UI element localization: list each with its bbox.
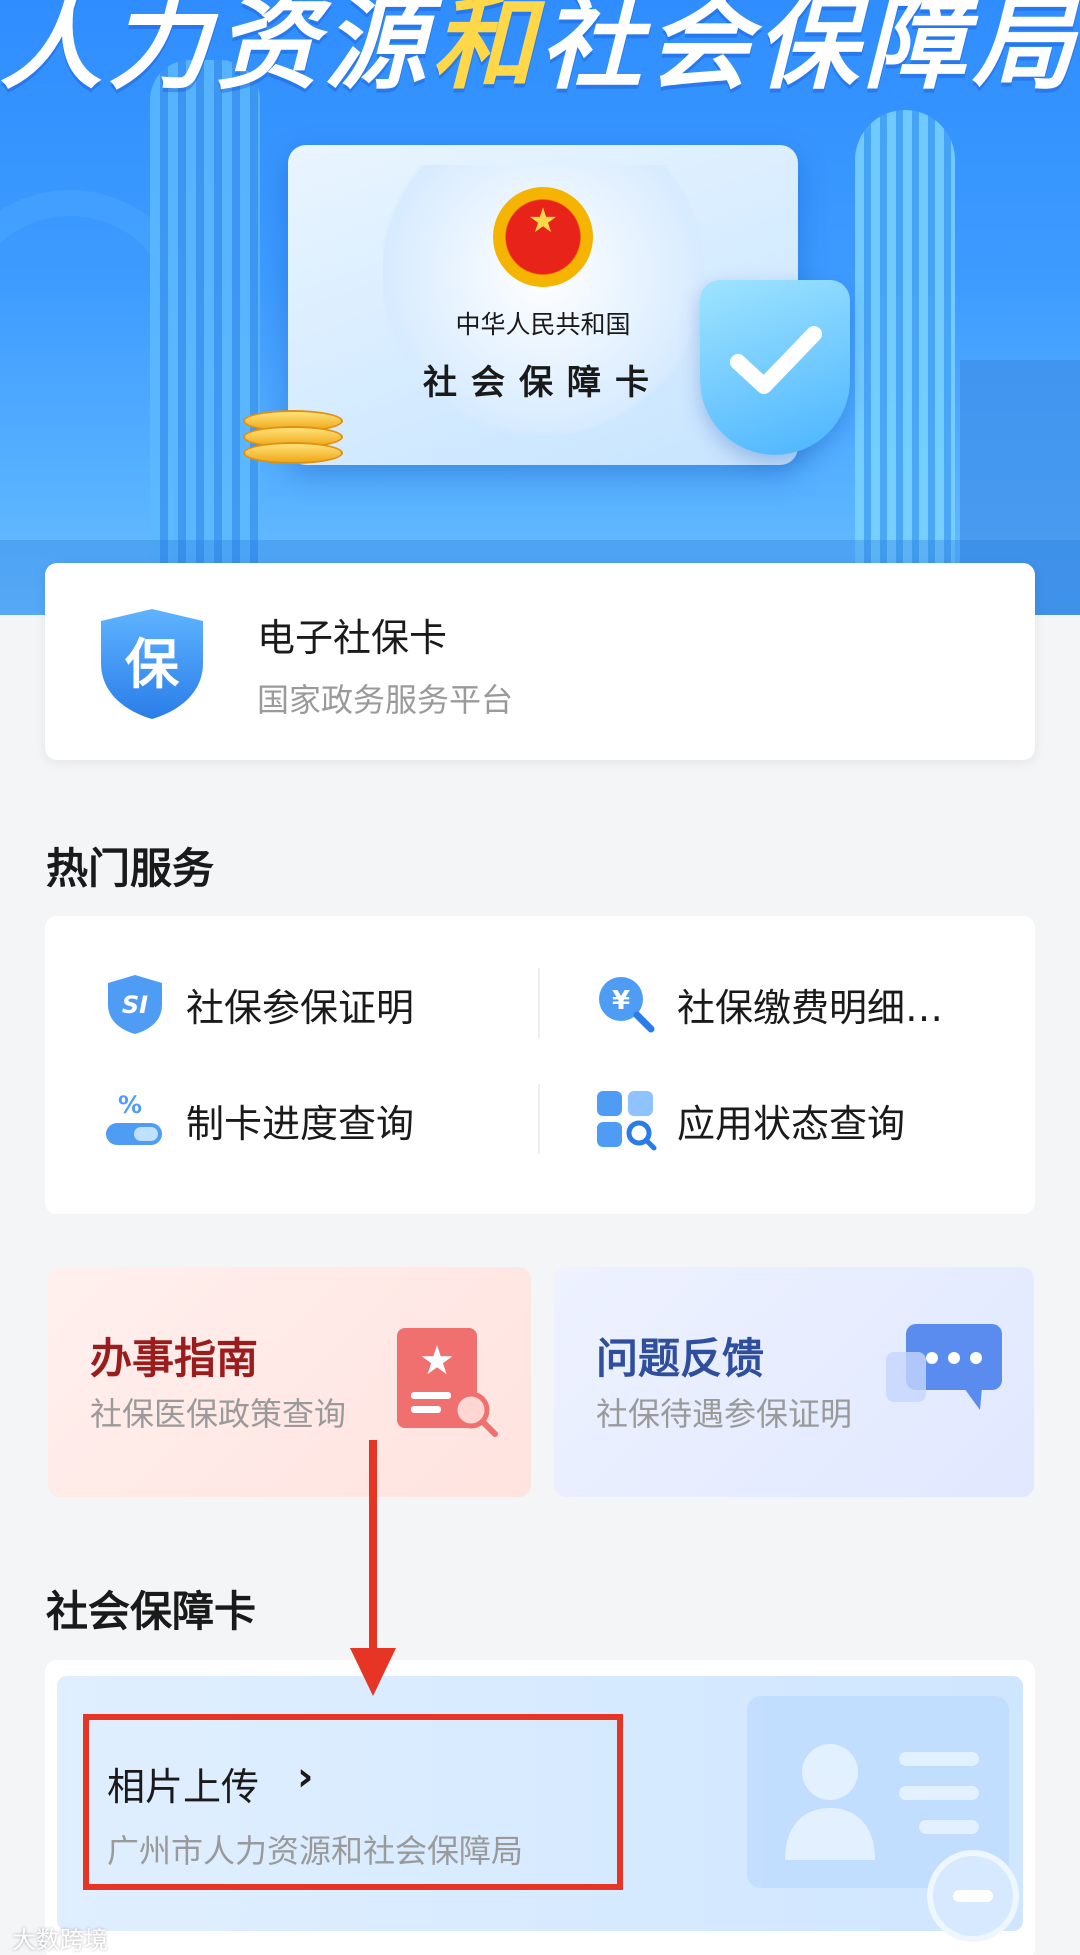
svg-text:保: 保 — [125, 633, 180, 696]
grid-search-icon — [593, 1087, 659, 1153]
svg-text:%: % — [118, 1091, 142, 1119]
service-item-card-progress[interactable]: % 制卡进度查询 — [102, 1080, 414, 1160]
guide-title: 办事指南 — [90, 1334, 259, 1383]
electronic-ss-card-entry[interactable]: 保 电子社保卡 国家政务服务平台 — [45, 563, 1035, 760]
service-item-app-status[interactable]: 应用状态查询 — [593, 1080, 905, 1160]
percent-card-icon: % — [102, 1087, 168, 1153]
yuan-search-icon: ¥ — [593, 971, 659, 1037]
ecard-subtitle: 国家政务服务平台 — [257, 681, 514, 719]
bao-shield-icon: 保 — [93, 605, 211, 723]
feedback-title: 问题反馈 — [596, 1334, 765, 1383]
check-shield-icon — [700, 280, 850, 455]
coins-icon — [243, 410, 343, 470]
guide-subtitle: 社保医保政策查询 — [90, 1395, 347, 1433]
svg-text:★: ★ — [419, 1338, 455, 1384]
tower-illustration-left — [150, 60, 260, 615]
annotation-highlight-box — [83, 1714, 623, 1890]
ss-card-section-title: 社会保障卡 — [46, 1587, 257, 1636]
chat-bubble-icon — [884, 1322, 1004, 1436]
hero-banner: 人力资源和社会保障局 中华人民共和国 社会保障卡 — [0, 0, 1080, 615]
guide-tile[interactable]: 办事指南 社保医保政策查询 ★ — [48, 1267, 531, 1497]
hot-services-title: 热门服务 — [46, 844, 215, 893]
service-item-insurance-proof[interactable]: SI 社保参保证明 — [102, 964, 414, 1044]
watermark: 大数跨境 — [12, 1926, 108, 1954]
banner-title: 人力资源和社会保障局 — [0, 0, 1080, 104]
service-item-payment-detail[interactable]: ¥ 社保缴费明细… — [593, 964, 943, 1044]
document-star-icon: ★ — [391, 1322, 501, 1446]
hot-services-grid: SI 社保参保证明 ¥ 社保缴费明细… % 制卡进度查询 应用状态查询 — [45, 916, 1035, 1214]
svg-text:¥: ¥ — [612, 986, 630, 1016]
si-shield-icon: SI — [102, 971, 168, 1037]
minus-circle-icon — [927, 1850, 1019, 1942]
feedback-tile[interactable]: 问题反馈 社保待遇参保证明 — [554, 1267, 1034, 1497]
feedback-subtitle: 社保待遇参保证明 — [596, 1395, 853, 1433]
annotation-arrow — [348, 1440, 398, 1704]
tower-illustration-right — [855, 110, 955, 610]
ecard-title: 电子社保卡 — [257, 616, 448, 660]
national-emblem-icon — [493, 187, 593, 287]
svg-text:SI: SI — [122, 991, 148, 1019]
